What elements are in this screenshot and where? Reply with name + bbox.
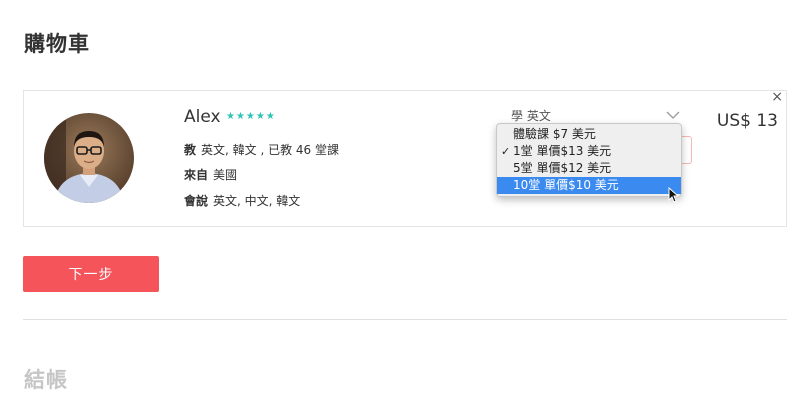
add-button-partial[interactable] bbox=[681, 136, 692, 164]
speaks-label: 會說 bbox=[184, 194, 209, 208]
speaks-line: 會說 英文, 中文, 韓文 bbox=[184, 192, 300, 209]
tutor-name[interactable]: Alex bbox=[184, 107, 221, 127]
option-5-lessons[interactable]: 5堂 單價$12 美元 bbox=[497, 160, 681, 177]
option-10-lessons[interactable]: 10堂 單價$10 美元 bbox=[497, 177, 681, 194]
option-1-lesson[interactable]: ✓ 1堂 單價$13 美元 bbox=[497, 143, 681, 160]
section-divider bbox=[23, 319, 787, 320]
rating-stars-icon: ★★★★★ bbox=[226, 111, 276, 122]
chevron-down-icon bbox=[666, 111, 680, 119]
course-select-value: 學 英文 bbox=[511, 109, 551, 123]
next-step-button[interactable]: 下一步 bbox=[23, 256, 159, 292]
option-label: 10堂 單價$10 美元 bbox=[513, 178, 619, 192]
option-trial[interactable]: 體驗課 $7 美元 bbox=[497, 126, 681, 143]
option-label: 5堂 單價$12 美元 bbox=[513, 161, 612, 175]
course-options-dropdown: 體驗課 $7 美元 ✓ 1堂 單價$13 美元 5堂 單價$12 美元 10堂 … bbox=[496, 123, 682, 197]
from-label: 來自 bbox=[184, 168, 209, 182]
item-price: US$ 13 bbox=[716, 111, 778, 131]
checkout-title: 結帳 bbox=[24, 368, 68, 392]
teaches-label: 教 bbox=[184, 143, 197, 157]
from-value: 美國 bbox=[213, 168, 238, 182]
tutor-avatar[interactable] bbox=[44, 113, 134, 203]
teaches-line: 教英文, 韓文 , 已教 46 堂課 bbox=[184, 141, 339, 158]
check-icon: ✓ bbox=[501, 145, 511, 158]
avatar-photo bbox=[44, 113, 134, 203]
teaches-value: 英文, 韓文 , 已教 46 堂課 bbox=[201, 143, 339, 157]
page-title: 購物車 bbox=[24, 32, 90, 56]
option-label: 體驗課 $7 美元 bbox=[513, 127, 596, 141]
from-line: 來自 美國 bbox=[184, 166, 237, 183]
mouse-cursor-icon bbox=[668, 187, 680, 203]
option-label: 1堂 單價$13 美元 bbox=[513, 144, 612, 158]
speaks-value: 英文, 中文, 韓文 bbox=[213, 194, 301, 208]
remove-item-close-icon[interactable]: × bbox=[771, 89, 783, 105]
